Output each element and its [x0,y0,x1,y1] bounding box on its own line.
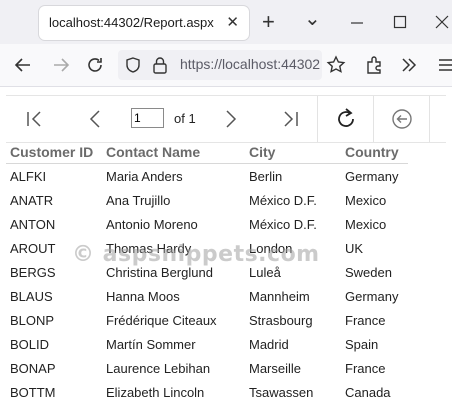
cell-contact-name: Maria Anders [106,169,183,184]
cell-contact-name: Ana Trujillo [106,193,171,208]
back-icon[interactable] [12,54,34,76]
back-to-parent-icon[interactable] [390,107,414,131]
table-row: BLONP Frédérique Citeaux Strasbourg France [6,309,408,333]
cell-city: London [249,241,293,256]
report-viewer-toolbar: of 1 [6,95,446,143]
cell-city: Tsawassen [249,385,314,400]
page-number-input[interactable] [131,108,164,128]
next-page-icon[interactable] [218,107,242,131]
cell-city: Mannheim [249,289,310,304]
table-row: AROUT Thomas Hardy London UK [6,237,408,261]
table-row: BLAUS Hanna Moos Mannheim Germany [6,285,408,309]
cell-country: Germany [345,169,399,184]
cell-country: Mexico [345,193,387,208]
lock-icon[interactable] [152,56,168,74]
bookmark-star-icon[interactable] [325,54,347,76]
toolbar-separator [429,96,430,142]
cell-customer-id: BERGS [10,265,56,280]
cell-country: France [345,361,386,376]
new-tab-icon[interactable]: + [262,9,275,35]
cell-contact-name: Thomas Hardy [106,241,192,256]
browser-tab[interactable]: localhost:44302/Report.aspx ✕ [39,6,249,40]
previous-page-icon[interactable] [84,107,108,131]
cell-city: México D.F. [249,193,317,208]
extensions-icon[interactable] [363,54,385,76]
overflow-chevron-icon[interactable] [398,54,420,76]
cell-customer-id: BOTTM [10,385,56,400]
toolbar-separator [317,96,318,142]
table-row: ANTON Antonio Moreno México D.F. Mexico [6,213,408,237]
cell-contact-name: Elizabeth Lincoln [106,385,205,400]
cell-country: UK [345,241,364,256]
minimize-icon[interactable] [350,16,364,30]
cell-customer-id: ANATR [10,193,54,208]
cell-country: Mexico [345,217,387,232]
close-window-icon[interactable] [435,15,449,29]
address-bar[interactable]: https://localhost:44302 [118,50,322,80]
first-page-icon[interactable] [23,107,47,131]
page-count-label: of 1 [174,111,196,126]
table-row: ANATR Ana Trujillo México D.F. Mexico [6,189,408,213]
cell-customer-id: ALFKI [10,169,47,184]
header-city: City [249,144,276,160]
cell-contact-name: Hanna Moos [106,289,180,304]
cell-city: Marseille [249,361,302,376]
cell-customer-id: BLONP [10,313,55,328]
table-header: Customer ID Contact Name City Country [6,141,408,164]
forward-icon[interactable] [50,54,72,76]
table-row: BOTTM Elizabeth Lincoln Tsawassen Canada [6,381,408,405]
table-row: BOLID Martín Sommer Madrid Spain [6,333,408,357]
cell-city: Luleå [249,265,281,280]
menu-icon[interactable] [436,54,452,76]
cell-contact-name: Christina Berglund [106,265,213,280]
cell-customer-id: BLAUS [10,289,53,304]
refresh-icon[interactable] [333,106,359,132]
cell-city: Berlin [249,169,283,184]
table-row: BONAP Laurence Lebihan Marseille France [6,357,408,381]
cell-customer-id: BONAP [10,361,56,376]
tab-title: localhost:44302/Report.aspx [49,15,214,30]
cell-country: Spain [345,337,379,352]
table-row: ALFKI Maria Anders Berlin Germany [6,165,408,189]
cell-customer-id: AROUT [10,241,56,256]
cell-contact-name: Martín Sommer [106,337,196,352]
shield-icon[interactable] [124,56,142,74]
tab-list-chevron-icon[interactable]: ⌄ [304,6,321,31]
browser-toolbar: https://localhost:44302 [0,44,452,87]
cell-contact-name: Frédérique Citeaux [106,313,217,328]
header-customer-id: Customer ID [10,144,94,160]
cell-city: México D.F. [249,217,317,232]
table-row: BERGS Christina Berglund Luleå Sweden [6,261,408,285]
cell-customer-id: ANTON [10,217,56,232]
cell-country: France [345,313,386,328]
cell-country: Canada [345,385,391,400]
tab-close-icon[interactable]: ✕ [226,13,239,31]
last-page-icon[interactable] [278,107,302,131]
reload-icon[interactable] [84,54,106,76]
cell-customer-id: BOLID [10,337,50,352]
tab-strip: localhost:44302/Report.aspx ✕ + ⌄ [0,0,452,44]
header-country: Country [345,144,399,160]
cell-country: Germany [345,289,399,304]
cell-contact-name: Antonio Moreno [106,217,198,232]
maximize-icon[interactable] [393,15,407,29]
url-text[interactable]: https://localhost:44302 [180,56,320,72]
cell-contact-name: Laurence Lebihan [106,361,211,376]
header-contact-name: Contact Name [106,144,201,160]
toolbar-separator [373,96,374,142]
cell-country: Sweden [345,265,392,280]
cell-city: Madrid [249,337,289,352]
cell-city: Strasbourg [249,313,313,328]
